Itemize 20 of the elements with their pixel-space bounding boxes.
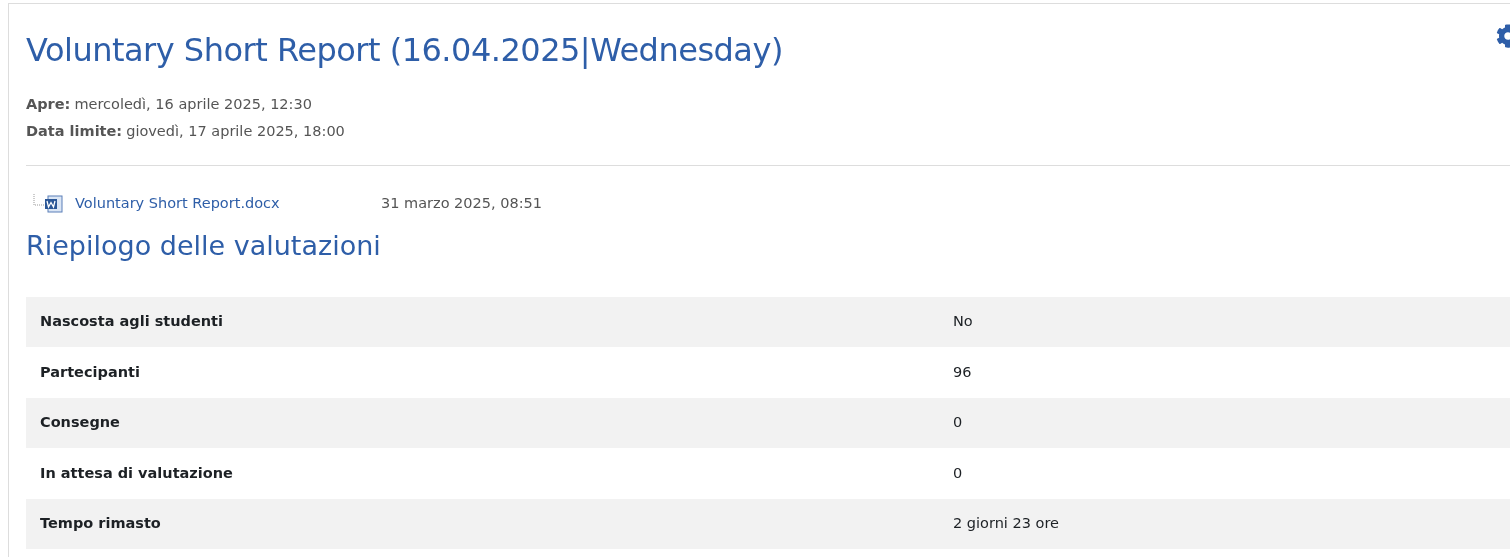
row-value: No: [953, 312, 973, 332]
file-date: 31 marzo 2025, 08:51: [381, 194, 543, 213]
row-value: 0: [953, 413, 963, 433]
date-label: Apre:: [26, 95, 71, 114]
row-label: In attesa di valutazione: [39, 463, 234, 483]
page-title: Voluntary Short Report (16.04.2025|Wednesday): [26, 30, 783, 70]
section-heading: Riepilogo delle valutazioni: [26, 228, 381, 263]
row-label: Tempo rimasto: [39, 514, 162, 534]
row-label: Partecipanti: [39, 362, 141, 382]
date-value: mercoledì, 16 aprile 2025, 12:30: [74, 95, 312, 114]
row-value: 96: [953, 362, 972, 382]
file-link[interactable]: Voluntary Short Report.docx: [75, 193, 381, 215]
row-label: Nascosta agli studenti: [39, 312, 224, 332]
word-document-icon: [45, 194, 63, 213]
file-tree-connector: [33, 193, 45, 206]
row-value: 2 giorni 23 ore: [953, 514, 1059, 534]
date-label: Data limite:: [26, 122, 123, 141]
row-label: Consegne: [39, 413, 121, 433]
date-value: giovedì, 17 aprile 2025, 18:00: [126, 122, 345, 141]
row-value: 0: [953, 463, 963, 483]
